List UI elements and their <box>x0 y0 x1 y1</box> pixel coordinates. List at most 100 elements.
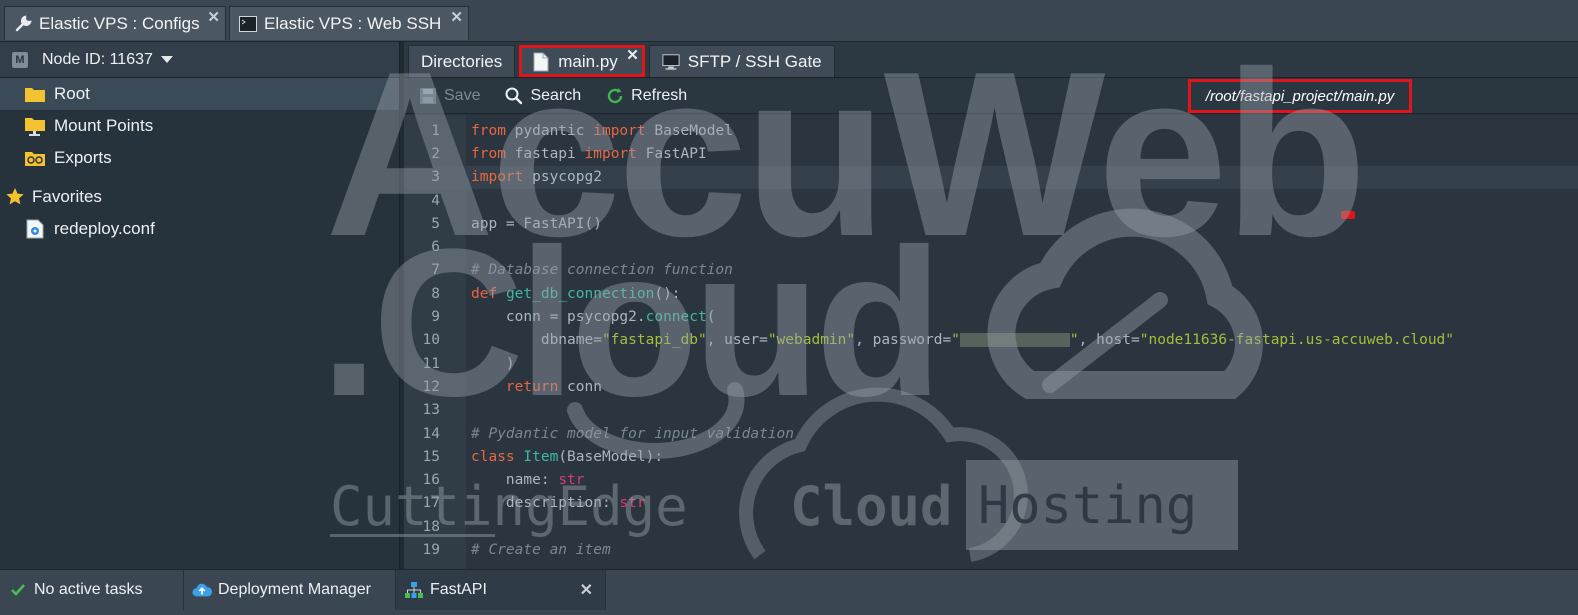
refresh-button[interactable]: Refresh <box>605 86 687 106</box>
editor-tab-bar: Directories main.py ✕ SFTP / SSH Gate <box>404 42 1578 78</box>
save-icon <box>418 86 438 106</box>
tasks-label: No active tasks <box>34 581 143 598</box>
line-number: 13 <box>422 402 440 419</box>
favorite-item-label: redeploy.conf <box>54 219 155 238</box>
line-number: 15 <box>422 448 440 465</box>
chevron-down-icon[interactable] <box>160 56 173 63</box>
mount-folder-icon <box>24 116 46 136</box>
line-number: 9 <box>431 309 440 326</box>
wrench-icon <box>13 14 33 34</box>
config-file-icon <box>24 219 46 239</box>
tab-sftp-ssh-gate[interactable]: SFTP / SSH Gate <box>648 45 835 77</box>
tab-label: SFTP / SSH Gate <box>687 51 822 71</box>
tree-item-exports[interactable]: Exports <box>0 142 399 174</box>
code-line: 17 description: str <box>404 492 1578 515</box>
refresh-label: Refresh <box>631 86 688 104</box>
node-selector[interactable]: M Node ID: 11637 <box>0 42 399 78</box>
topology-icon <box>404 580 424 600</box>
close-icon[interactable]: ✕ <box>580 580 593 600</box>
file-path-text: /root/fastapi_project/main.py <box>1205 87 1395 105</box>
star-icon <box>4 187 26 207</box>
code-line: 9 conn = psycopg2.connect( <box>404 305 1578 328</box>
line-number: 11 <box>422 355 440 372</box>
code-line: 2 from fastapi import FastAPI <box>404 142 1578 165</box>
code-line: 11 ) <box>404 352 1578 375</box>
line-number: 2 <box>431 145 440 162</box>
tab-label: main.py <box>558 51 618 71</box>
code-line: 6 <box>404 236 1578 259</box>
line-number: 16 <box>422 472 440 489</box>
save-label: Save <box>444 86 481 104</box>
deploy-label: Deployment Manager <box>218 581 371 598</box>
code-line: 10 dbname="fastapi_db", user="webadmin",… <box>404 329 1578 352</box>
node-label: Node ID: 11637 <box>42 50 153 68</box>
exports-folder-icon <box>24 148 46 168</box>
line-number: 10 <box>422 332 440 349</box>
line-number: 7 <box>431 262 440 279</box>
tree-item-root[interactable]: Root <box>0 78 399 110</box>
line-number: 6 <box>431 239 440 256</box>
line-number: 17 <box>422 495 440 512</box>
close-icon[interactable]: ✕ <box>626 46 639 64</box>
environment-tab-fastapi[interactable]: FastAPI ✕ <box>396 570 606 610</box>
window-tab-configs[interactable]: Elastic VPS : Configs ✕ <box>4 6 226 40</box>
terminal-icon <box>238 14 258 34</box>
code-line: 15 class Item(BaseModel): <box>404 445 1578 468</box>
code-line: 16 name: str <box>404 469 1578 492</box>
favorites-label: Favorites <box>32 187 102 206</box>
code-line: 1 from pydantic import BaseModel <box>404 119 1578 142</box>
line-number: 4 <box>431 192 440 209</box>
env-label: FastAPI <box>430 581 487 598</box>
code-line: 19 # Create an item <box>404 538 1578 561</box>
window-tab-bar: Elastic VPS : Configs ✕ Elastic VPS : We… <box>0 0 1578 42</box>
save-button[interactable]: Save <box>418 86 480 106</box>
active-tasks-button[interactable]: No active tasks <box>0 570 184 610</box>
code-line: 8 def get_db_connection(): <box>404 282 1578 305</box>
node-icon: M <box>12 51 28 68</box>
code-line-active: 3 import psycopg2 <box>404 165 1578 189</box>
close-icon[interactable]: ✕ <box>207 8 220 26</box>
line-number: 12 <box>422 378 440 395</box>
line-number: 5 <box>431 215 440 232</box>
window-tab-label: Elastic VPS : Configs <box>39 13 200 33</box>
code-line: 5 app = FastAPI() <box>404 212 1578 235</box>
search-label: Search <box>530 86 582 104</box>
code-line: 14 # Pydantic model for input validation <box>404 422 1578 445</box>
tab-main-py[interactable]: main.py ✕ <box>519 45 645 77</box>
code-line: 13 <box>404 399 1578 422</box>
deployment-manager-button[interactable]: Deployment Manager <box>184 570 396 610</box>
line-number: 8 <box>431 285 440 302</box>
redacted-password <box>959 333 1070 348</box>
tab-directories[interactable]: Directories <box>408 45 516 77</box>
status-bar: No active tasks Deployment Manager FastA… <box>0 569 1578 615</box>
search-button[interactable]: Search <box>504 86 581 106</box>
tree-item-label: Mount Points <box>54 116 154 135</box>
tree-item-label: Root <box>54 84 90 103</box>
tree-item-label: Exports <box>54 148 112 167</box>
cloud-upload-icon <box>192 580 212 600</box>
favorite-item-redeploy[interactable]: redeploy.conf <box>0 214 399 244</box>
close-icon[interactable]: ✕ <box>450 8 463 26</box>
code-editor[interactable]: 1 from pydantic import BaseModel 2 from … <box>404 115 1578 569</box>
window-tab-label: Elastic VPS : Web SSH <box>264 13 442 33</box>
annotation-marker <box>1341 211 1355 219</box>
line-number: 14 <box>422 425 440 442</box>
line-number: 18 <box>422 518 440 535</box>
checkmark-icon <box>8 580 28 600</box>
file-icon <box>532 52 550 72</box>
folder-icon <box>24 84 46 104</box>
window-tab-web-ssh[interactable]: Elastic VPS : Web SSH ✕ <box>229 6 469 40</box>
favorites-header[interactable]: Favorites <box>0 180 399 214</box>
line-number: 3 <box>431 169 440 186</box>
monitor-icon <box>662 52 680 72</box>
tree-item-mount-points[interactable]: Mount Points <box>0 110 399 142</box>
file-tree-panel: M Node ID: 11637 Root Mount Points Expor… <box>0 42 400 569</box>
code-line: 7 # Database connection function <box>404 259 1578 282</box>
refresh-icon <box>605 86 625 106</box>
line-number: 1 <box>431 122 440 139</box>
code-line: 4 <box>404 189 1578 212</box>
line-number: 19 <box>422 542 440 559</box>
code-line: 18 <box>404 515 1578 538</box>
code-line: 12 return conn <box>404 375 1578 398</box>
editor-toolbar: Save Search Refresh /root/fastapi_projec… <box>404 78 1578 114</box>
